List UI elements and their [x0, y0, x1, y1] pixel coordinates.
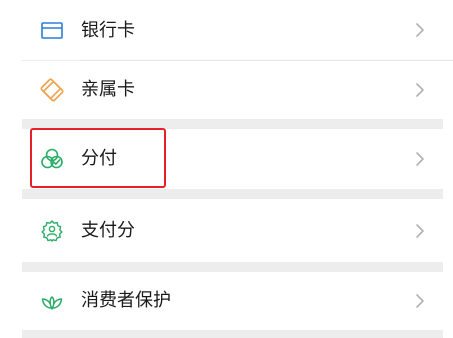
chevron-right-icon [416, 152, 424, 166]
menu-item-bank-card[interactable]: 银行卡 [22, 0, 443, 60]
family-card-icon [40, 78, 64, 102]
consumer-protection-icon [41, 296, 63, 310]
pay-score-icon [41, 220, 63, 242]
menu-item-label: 支付分 [81, 220, 135, 241]
menu-item-label: 分付 [81, 148, 117, 169]
menu-item-consumer-protection[interactable]: 消费者保护 [22, 272, 443, 330]
menu-item-label: 消费者保护 [81, 290, 171, 311]
chevron-right-icon [416, 294, 424, 308]
chevron-right-icon [416, 224, 424, 238]
menu-item-family-card[interactable]: 亲属卡 [22, 61, 443, 119]
menu-item-pay-score[interactable]: 支付分 [22, 199, 443, 262]
menu-item-label: 银行卡 [81, 20, 135, 41]
menu-item-fenfu[interactable]: 分付 [22, 129, 443, 189]
chevron-right-icon [416, 83, 424, 97]
menu-item-label: 亲属卡 [81, 79, 135, 100]
bank-card-icon [41, 22, 63, 39]
chevron-right-icon [416, 23, 424, 37]
fenfu-icon [41, 148, 63, 169]
